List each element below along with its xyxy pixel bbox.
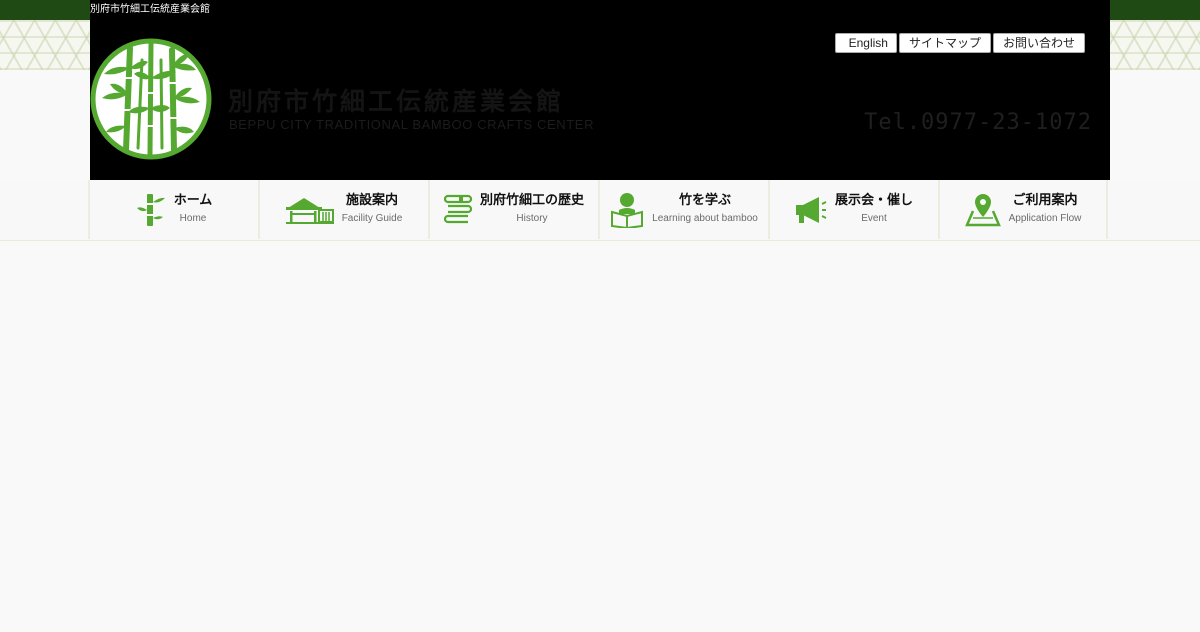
logo-english-title: BEPPU CITY TRADITIONAL BAMBOO CRAFTS CEN…: [229, 117, 595, 132]
nav-sub-application: Application Flow: [1008, 213, 1082, 224]
english-link[interactable]: English: [834, 33, 897, 53]
bamboo-icon: [136, 193, 165, 226]
nav-item-facility[interactable]: 施設案内 Facility Guide: [258, 180, 428, 239]
nav-item-history[interactable]: 別府竹細工の歴史 History: [428, 180, 598, 239]
logo-japanese-title: 別府市竹細工伝統産業会館: [228, 87, 565, 116]
contact-link[interactable]: お問い合わせ: [992, 33, 1085, 53]
site-title-small: 別府市竹細工伝統産業会館: [90, 4, 210, 15]
nav-label-learning: 竹を学ぶ: [678, 193, 731, 208]
site-header: 別府市竹細工伝統産業会館 別府市竹細工伝統産業会館 BEPPU CITY TRA…: [90, 0, 1110, 180]
global-navigation: ホーム Home 施設案内 Facility Guide 別府竹細工の歴史 Hi…: [0, 180, 1200, 241]
nav-label-home: ホーム: [173, 193, 213, 208]
nav-item-home[interactable]: ホーム Home: [88, 180, 258, 239]
nav-item-learning[interactable]: 竹を学ぶ Learning about bamboo: [598, 180, 768, 239]
nav-label-facility: 施設案内: [345, 193, 398, 208]
nav-item-application[interactable]: ご利用案内 Application Flow: [938, 180, 1108, 239]
lattice-pattern-left: [0, 20, 90, 70]
nav-sub-event: Event: [861, 213, 887, 224]
nav-sub-facility: Facility Guide: [341, 213, 403, 224]
nav-sub-home: Home: [179, 213, 207, 224]
megaphone-icon: [795, 196, 827, 223]
building-icon: [285, 197, 334, 224]
books-icon: [443, 194, 472, 223]
nav-label-event: 展示会・催し: [834, 193, 913, 208]
reader-icon: [611, 192, 644, 228]
bamboo-circle-logo-icon[interactable]: [90, 38, 212, 160]
map-pin-icon: [964, 193, 1001, 226]
lattice-pattern-right: [1110, 20, 1200, 70]
nav-sub-history: History: [516, 213, 548, 224]
nav-item-event[interactable]: 展示会・催し Event: [768, 180, 938, 239]
nav-label-application: ご利用案内: [1012, 193, 1078, 208]
nav-sub-learning: Learning about bamboo: [652, 213, 758, 224]
utility-links: English サイトマップ お問い合わせ: [834, 33, 1085, 53]
telephone-number: Tel.0977-23-1072: [864, 110, 1092, 135]
sitemap-link[interactable]: サイトマップ: [898, 33, 991, 53]
nav-label-history: 別府竹細工の歴史: [479, 193, 584, 208]
